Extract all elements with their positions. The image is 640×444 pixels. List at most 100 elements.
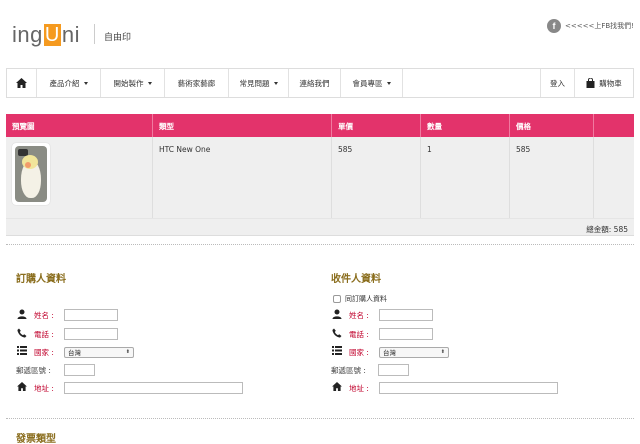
buyer-address-label: 地址 :	[34, 383, 54, 393]
list-icon	[16, 346, 28, 358]
logo-text-pre: ing	[12, 22, 43, 47]
logo-text-u: U	[43, 24, 61, 46]
nav-spacer	[403, 69, 541, 97]
logo-text-post: ni	[61, 22, 80, 47]
section-divider	[6, 244, 634, 245]
nav-item-label: 藝術家藝廊	[177, 78, 216, 88]
chevron-down-icon	[273, 81, 278, 85]
receiver-phone-row: 電話 :	[331, 327, 433, 341]
table-row: HTC New One 585 1 585	[6, 137, 634, 219]
buyer-section-title: 訂購人資料	[16, 274, 66, 285]
type-cell: HTC New One	[153, 137, 332, 218]
phone-case-image	[15, 146, 47, 202]
product-preview-image[interactable]	[12, 143, 50, 205]
buyer-country-select[interactable]: 台灣 ⬍	[64, 346, 134, 358]
same-as-buyer-checkbox[interactable]	[333, 295, 341, 303]
home-icon	[16, 382, 28, 394]
cart-table: 預覽圖 類型 單價 數量 價格 HTC New One 585 1 585 總金…	[6, 114, 634, 236]
facebook-link[interactable]: f <<<<<上FB找我們!	[547, 19, 634, 33]
login-label: 登入	[550, 78, 565, 88]
buyer-phone-label: 電話 :	[34, 329, 54, 339]
user-icon	[16, 309, 28, 322]
phone-icon	[331, 328, 343, 341]
chevron-down-icon	[386, 81, 391, 85]
unit-price-cell: 585	[332, 137, 421, 218]
select-arrows-icon: ⬍	[125, 349, 130, 355]
same-as-buyer-row[interactable]: 同訂購人資料	[333, 294, 387, 304]
actions-cell	[594, 137, 634, 218]
bird-cheek-shape	[25, 162, 31, 168]
receiver-name-row: 姓名 :	[331, 308, 433, 322]
buyer-country-value: 台灣	[68, 349, 81, 357]
receiver-phone-input[interactable]	[379, 328, 433, 340]
buyer-zip-input[interactable]	[64, 364, 95, 376]
buyer-country-label: 國家 :	[34, 347, 54, 357]
main-nav: 產品介紹 開始製作 藝術家藝廊 常見問題 連絡我們 會員專區 登入 購物車	[6, 68, 634, 98]
receiver-country-row: 國家 : 台灣 ⬍	[331, 345, 449, 359]
receiver-zip-row: 郵遞區號 :	[331, 363, 409, 377]
receiver-address-input[interactable]	[379, 382, 558, 394]
site-header: ing U ni 自由印 f <<<<<上FB找我們!	[0, 0, 640, 68]
nav-item-label: 會員專區	[352, 78, 383, 88]
receiver-name-input[interactable]	[379, 309, 433, 321]
receiver-country-value: 台灣	[383, 349, 396, 357]
table-header: 預覽圖 類型 單價 數量 價格	[6, 114, 634, 137]
chevron-down-icon	[147, 81, 152, 85]
receiver-country-label: 國家 :	[349, 347, 369, 357]
section-divider	[6, 418, 634, 419]
column-header-price: 價格	[510, 114, 594, 137]
buyer-zip-row: 郵遞區號 :	[16, 363, 95, 377]
invoice-section-title: 發票類型	[16, 434, 56, 444]
site-tagline: 自由印	[104, 33, 132, 43]
site-logo[interactable]: ing U ni	[12, 22, 80, 48]
chevron-down-icon	[83, 81, 88, 85]
column-header-quantity: 數量	[421, 114, 510, 137]
buyer-country-row: 國家 : 台灣 ⬍	[16, 345, 134, 359]
buyer-phone-input[interactable]	[64, 328, 118, 340]
receiver-phone-label: 電話 :	[349, 329, 369, 339]
home-icon	[16, 78, 27, 88]
buyer-phone-row: 電話 :	[16, 327, 118, 341]
quantity-cell: 1	[421, 137, 510, 218]
cart-total: 總金額: 585	[6, 219, 634, 236]
nav-item-label: 連絡我們	[299, 78, 330, 88]
buyer-name-input[interactable]	[64, 309, 118, 321]
buyer-name-label: 姓名 :	[34, 310, 54, 320]
nav-home-button[interactable]	[7, 69, 37, 97]
receiver-address-row: 地址 :	[331, 381, 558, 395]
column-header-type: 類型	[153, 114, 332, 137]
nav-item-label: 開始製作	[113, 78, 144, 88]
nav-item-products[interactable]: 產品介紹	[37, 69, 101, 97]
nav-item-member[interactable]: 會員專區	[341, 69, 403, 97]
nav-item-label: 常見問題	[239, 78, 270, 88]
facebook-icon[interactable]: f	[547, 19, 562, 33]
nav-item-contact[interactable]: 連絡我們	[289, 69, 341, 97]
phone-icon	[16, 328, 28, 341]
column-header-actions	[594, 114, 634, 137]
receiver-address-label: 地址 :	[349, 383, 369, 393]
shopping-bag-icon	[586, 78, 595, 88]
receiver-country-select[interactable]: 台灣 ⬍	[379, 346, 449, 358]
buyer-address-input[interactable]	[64, 382, 243, 394]
nav-item-gallery[interactable]: 藝術家藝廊	[165, 69, 229, 97]
cart-label: 購物車	[599, 78, 622, 88]
receiver-section-title: 收件人資料	[331, 274, 381, 285]
column-header-preview: 預覽圖	[6, 114, 153, 137]
receiver-zip-label: 郵遞區號 :	[331, 365, 366, 375]
buyer-address-row: 地址 :	[16, 381, 243, 395]
same-as-buyer-label[interactable]: 同訂購人資料	[345, 294, 387, 304]
cart-link[interactable]: 購物車	[575, 69, 633, 97]
select-arrows-icon: ⬍	[440, 349, 445, 355]
user-icon	[331, 309, 343, 322]
login-link[interactable]: 登入	[541, 69, 575, 97]
logo-divider	[94, 24, 95, 44]
facebook-link-text[interactable]: <<<<<上FB找我們!	[565, 21, 634, 31]
buyer-zip-label: 郵遞區號 :	[16, 365, 51, 375]
nav-item-start[interactable]: 開始製作	[101, 69, 165, 97]
receiver-zip-input[interactable]	[378, 364, 409, 376]
nav-item-label: 產品介紹	[49, 78, 80, 88]
nav-item-faq[interactable]: 常見問題	[229, 69, 289, 97]
list-icon	[331, 346, 343, 358]
price-cell: 585	[510, 137, 594, 218]
receiver-name-label: 姓名 :	[349, 310, 369, 320]
